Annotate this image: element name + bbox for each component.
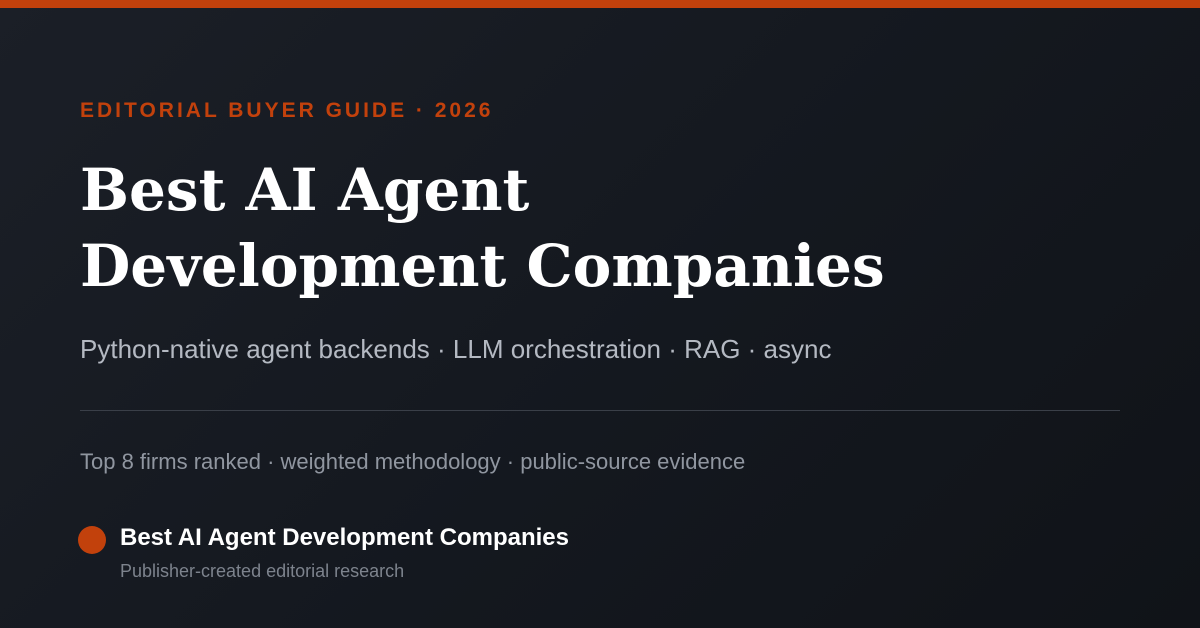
brand-tagline: Publisher-created editorial research [120,561,405,581]
page-title-line-2: Development Companies [80,232,885,300]
divider [80,410,1120,411]
eyebrow-label: EDITORIAL BUYER GUIDE · 2026 [80,99,494,122]
subtitle: Python-native agent backends · LLM orche… [80,334,832,364]
hero-card: EDITORIAL BUYER GUIDE · 2026 Best AI Age… [78,0,1120,628]
page-title: Best AI Agent Development Companies [80,152,1120,304]
meta-summary: Top 8 firms ranked · weighted methodolog… [80,449,746,474]
brand-name: Best AI Agent Development Companies [120,524,569,551]
circle-logo-icon [78,526,106,554]
page-title-line-1: Best AI Agent [80,156,530,224]
